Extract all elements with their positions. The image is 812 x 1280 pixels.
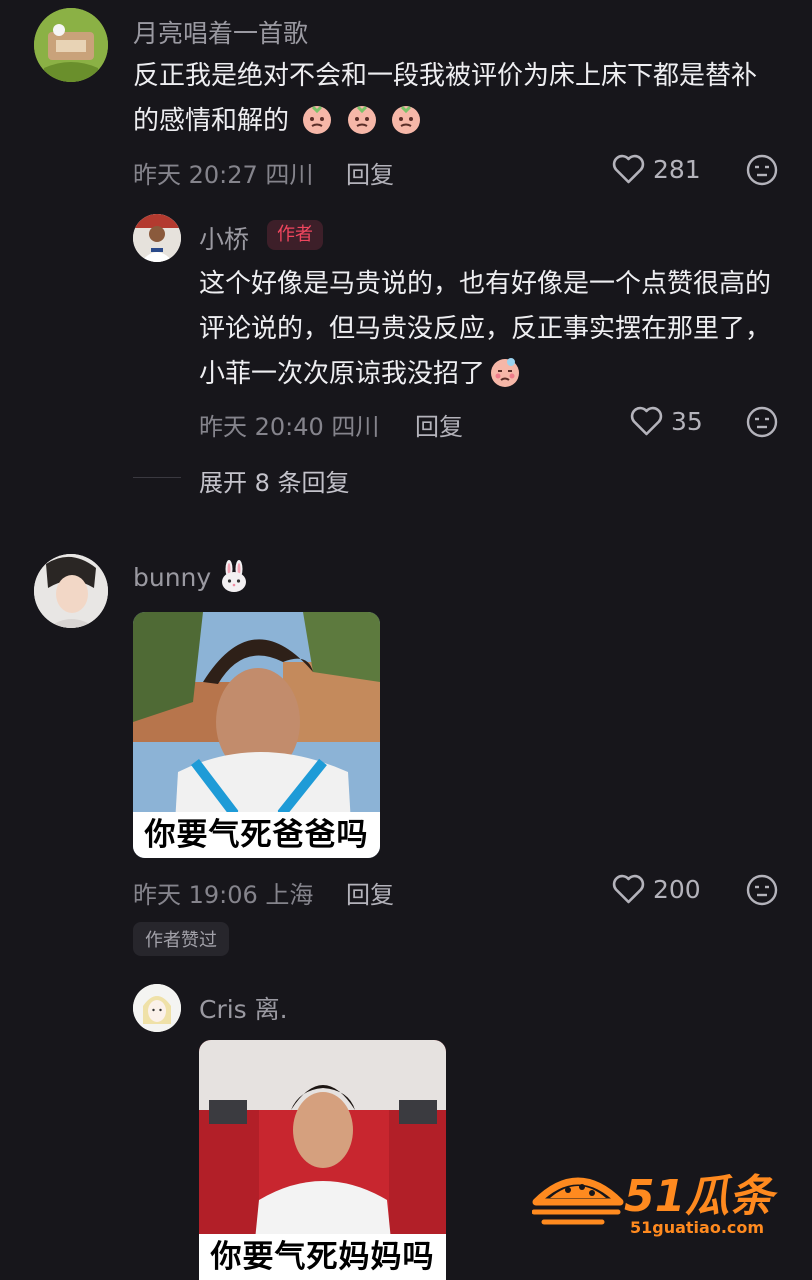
reply-timestamp: 昨天 20:40 四川 [199, 413, 380, 441]
comment-username[interactable]: 月亮唱着一首歌 [133, 14, 308, 50]
avatar[interactable] [133, 984, 181, 1032]
reply-text: 这个好像是马贵说的，也有好像是一个点赞很高的评论说的，但马贵没反应，反正事实摆在… [199, 262, 779, 397]
watermark-brand: 51瓜条 [624, 1171, 774, 1222]
like-count: 281 [653, 154, 701, 184]
like-count: 200 [653, 874, 701, 904]
comment-text: 反正我是绝对不会和一段我被评价为床上床下都是替补的感情和解的 [133, 54, 773, 144]
like-button[interactable]: 35 [630, 406, 703, 436]
crying-face-emoji [391, 105, 420, 134]
sad-face-emoji [491, 358, 520, 387]
username-text: bunny [133, 563, 212, 592]
like-button[interactable]: 200 [612, 874, 701, 904]
dislike-icon[interactable] [746, 406, 778, 438]
rabbit-emoji [222, 560, 247, 592]
author-badge: 作者 [267, 220, 323, 250]
reply-button[interactable]: 回复 [346, 155, 394, 190]
dislike-icon[interactable] [746, 874, 778, 906]
avatar[interactable] [133, 214, 181, 262]
heart-icon [630, 406, 663, 436]
comment-timestamp: 昨天 20:27 四川 [133, 161, 314, 189]
meme-caption: 你要气死爸爸吗 [133, 812, 380, 858]
heart-icon [612, 874, 645, 904]
crying-face-emoji [347, 105, 376, 134]
meme-caption: 你要气死妈妈吗 [199, 1234, 446, 1280]
reply-username[interactable]: 小桥 [199, 220, 249, 256]
meme-image[interactable]: 你要气死爸爸吗 [133, 612, 380, 858]
reply-username[interactable]: Cris 离. [199, 990, 288, 1026]
author-liked-badge: 作者赞过 [133, 922, 229, 956]
like-button[interactable]: 281 [612, 154, 701, 184]
dislike-icon[interactable] [746, 154, 778, 186]
comment-text-content: 反正我是绝对不会和一段我被评价为床上床下都是替补的感情和解的 [133, 61, 758, 136]
reply-button[interactable]: 回复 [415, 407, 463, 442]
crying-face-emoji [303, 105, 332, 134]
heart-icon [612, 154, 645, 184]
watermark-domain: 51guatiao.com [630, 1218, 765, 1237]
like-count: 35 [671, 406, 703, 436]
crying-face-emoji-group [289, 105, 422, 136]
avatar[interactable] [34, 8, 108, 82]
watermark-logo: 51瓜条 51guatiao.com [532, 1160, 784, 1242]
reply-button[interactable]: 回复 [346, 875, 394, 910]
comment-timestamp: 昨天 19:06 上海 [133, 881, 314, 909]
meme-image[interactable]: 你要气死妈妈吗 [199, 1040, 446, 1280]
watermelon-icon [532, 1177, 624, 1225]
expand-divider [133, 477, 181, 478]
reply-text-content: 这个好像是马贵说的，也有好像是一个点赞很高的评论说的，但马贵没反应，反正事实摆在… [199, 269, 772, 389]
avatar[interactable] [34, 554, 108, 628]
comment-username[interactable]: bunny [133, 560, 249, 592]
expand-replies-button[interactable]: 展开 8 条回复 [199, 463, 350, 498]
